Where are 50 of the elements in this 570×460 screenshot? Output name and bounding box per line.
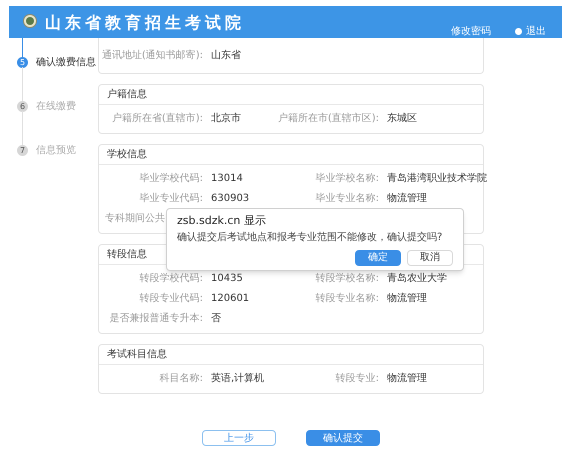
field-value: 青岛港湾职业技术学院: [386, 174, 487, 184]
logo-icon: [23, 14, 37, 28]
field-value: 物流管理: [386, 194, 427, 204]
field-value: 物流管理: [386, 294, 427, 304]
step-label[interactable]: 在线缴费: [36, 99, 76, 114]
secondary-button[interactable]: 取消: [407, 250, 453, 266]
field-value: 630903: [210, 194, 250, 204]
field-value: 英语,计算机: [210, 374, 266, 384]
card-title: 考试科目信息: [107, 348, 167, 362]
field-label: 毕业学校名称:: [314, 174, 379, 184]
field-label: 转段专业名称:: [314, 294, 379, 304]
field-label: 毕业专业名称:: [314, 194, 379, 204]
primary-button[interactable]: 确认提交: [306, 430, 380, 446]
field-value: 山东省: [210, 51, 242, 61]
user-icon: [515, 28, 522, 35]
dialog-message: 确认提交后考试地点和报考专业范围不能修改，确认提交吗?: [177, 231, 442, 245]
field-label: 转段学校代码:: [138, 274, 203, 284]
field-label: 转段专业代码:: [138, 294, 203, 304]
field-label: 转段专业:: [334, 374, 379, 384]
field-label: 毕业学校代码:: [138, 174, 203, 184]
dialog-title: zsb.sdzk.cn 显示: [177, 214, 266, 228]
field-value: 10435: [210, 274, 244, 284]
field-value: 13014: [210, 174, 244, 184]
logout-link[interactable]: 退出: [515, 24, 546, 39]
card-title: 户籍信息: [107, 88, 147, 102]
primary-button[interactable]: 确定: [355, 250, 401, 266]
field-value: 物流管理: [386, 374, 427, 384]
field-value: 否: [210, 314, 222, 324]
step-number: 7: [17, 145, 28, 156]
field-label: 毕业专业代码:: [138, 194, 203, 204]
step-label[interactable]: 确认缴费信息: [36, 55, 96, 70]
field-value: 北京市: [210, 114, 242, 124]
field-label: 户籍所在市(直辖市区):: [276, 114, 379, 124]
field-label: 是否兼报普通专升本:: [108, 314, 203, 324]
step-number: 5: [17, 57, 28, 68]
field-label: 转段学校名称:: [314, 274, 379, 284]
field-label: 专科期间公共: [105, 214, 165, 224]
card-title: 转段信息: [107, 248, 147, 262]
field-label: 通讯地址(通知书邮寄):: [100, 51, 203, 61]
field-value: 120601: [210, 294, 250, 304]
field-value: 青岛农业大学: [386, 274, 447, 284]
field-label: 科目名称:: [158, 374, 203, 384]
secondary-button[interactable]: 上一步: [202, 430, 276, 446]
change-password-link[interactable]: 修改密码: [451, 24, 491, 39]
card-title: 学校信息: [107, 148, 147, 162]
field-label: 户籍所在省(直辖市):: [110, 114, 203, 124]
step-number: 6: [17, 101, 28, 112]
step-label[interactable]: 信息预览: [36, 143, 76, 158]
site-title: 山东省教育招生考试院: [45, 12, 245, 34]
field-value: 东城区: [386, 114, 417, 124]
